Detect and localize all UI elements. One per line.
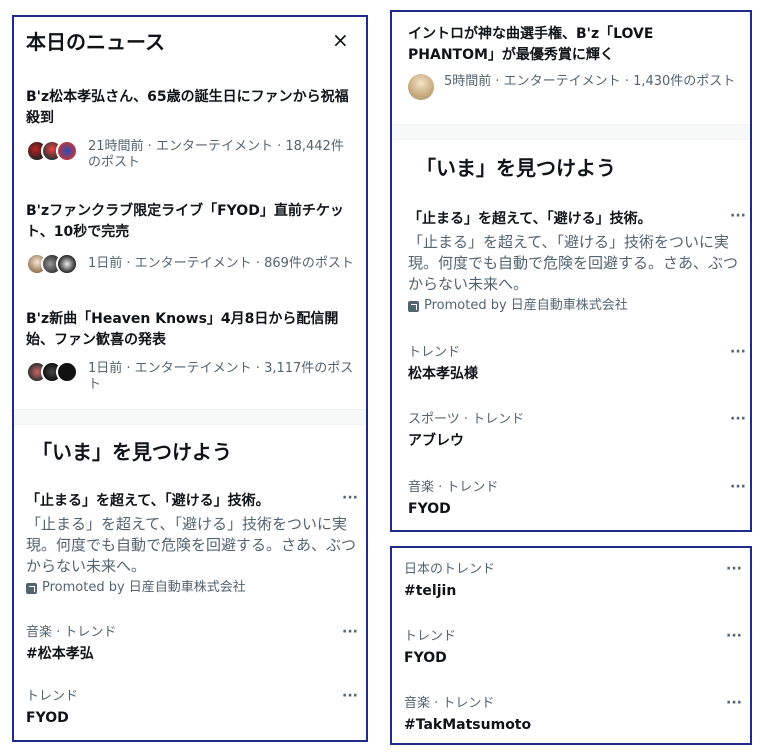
- trend-category: トレンド: [26, 689, 79, 704]
- promoted-icon: [26, 582, 37, 594]
- promoted-ad[interactable]: 「止まる」を超えて、「避ける」技術。 ··· 「止まる」を超えて、「避ける」技術…: [408, 209, 746, 314]
- explore-panel: イントロが神な曲選手権、B'z「LOVE PHANTOM」が最優秀賞に輝く 5時…: [390, 10, 752, 532]
- more-icon[interactable]: ···: [342, 689, 358, 705]
- trend-name: FYOD: [26, 710, 69, 726]
- trend-category: トレンド: [404, 629, 457, 644]
- news-item-meta: 5時間前 · エンターテイメント · 1,430件のポスト: [444, 74, 736, 89]
- trend-item[interactable]: トレンド ··· 松本孝弘様: [408, 345, 746, 383]
- more-icon[interactable]: ···: [342, 625, 358, 641]
- trend-category: スポーツ · トレンド: [408, 412, 525, 427]
- promoted-icon: [408, 300, 419, 312]
- trend-name: FYOD: [408, 501, 451, 517]
- more-icon[interactable]: ···: [726, 629, 742, 645]
- more-icon[interactable]: ···: [730, 412, 746, 428]
- trend-item[interactable]: 音楽 · トレンド ··· FYOD: [408, 480, 746, 518]
- news-item[interactable]: B'zファンクラブ限定ライブ「FYOD」直前チケット、10秒で完売 1日前 · …: [26, 201, 356, 275]
- avatar-group: [26, 361, 78, 383]
- avatar-group: [26, 253, 78, 275]
- more-icon[interactable]: ···: [730, 345, 746, 361]
- news-item[interactable]: イントロが神な曲選手権、B'z「LOVE PHANTOM」が最優秀賞に輝く 5時…: [408, 24, 738, 100]
- trend-item[interactable]: 音楽 · トレンド ··· #TakMatsumoto: [404, 696, 742, 734]
- trend-name: #TakMatsumoto: [404, 717, 532, 733]
- avatar: [408, 74, 434, 100]
- news-item-title: B'z新曲「Heaven Knows」4月8日から配信開始、ファン歓喜の発表: [26, 311, 339, 348]
- trend-category: 音楽 · トレンド: [404, 696, 495, 711]
- trend-name: #松本孝弘: [26, 646, 94, 662]
- ad-body: 「止まる」を超えて、「避ける」技術をついに実現。何度でも自動で危険を回避する。さ…: [26, 515, 357, 575]
- news-item-meta: 1日前 · エンターテイメント · 3,117件のポスト: [88, 361, 354, 392]
- ad-title: 「止まる」を超えて、「避ける」技術。: [26, 493, 270, 509]
- trend-item[interactable]: トレンド ··· FYOD: [26, 689, 358, 727]
- avatar: [56, 361, 78, 383]
- more-icon[interactable]: ···: [730, 480, 746, 496]
- section-divider: [14, 409, 366, 425]
- news-item-title: イントロが神な曲選手権、B'z「LOVE PHANTOM」が最優秀賞に輝く: [408, 26, 654, 63]
- trend-name: アブレウ: [408, 433, 464, 449]
- more-icon[interactable]: ···: [726, 562, 742, 578]
- ad-title: 「止まる」を超えて、「避ける」技術。: [408, 211, 652, 227]
- trend-category: 日本のトレンド: [404, 562, 496, 577]
- explore-title: 「いま」を見つけよう: [416, 156, 616, 180]
- trend-category: 音楽 · トレンド: [26, 625, 117, 640]
- today-news-title: 本日のニュース: [26, 30, 165, 54]
- more-icon[interactable]: ···: [726, 696, 742, 712]
- ad-body: 「止まる」を超えて、「避ける」技術をついに実現。何度でも自動で危険を回避する。さ…: [408, 233, 739, 293]
- promoted-label: Promoted by 日産自動車株式会社: [42, 580, 246, 595]
- close-icon[interactable]: ×: [332, 30, 349, 50]
- avatar-group: [26, 140, 78, 162]
- more-icon[interactable]: ···: [730, 209, 746, 229]
- trends-panel: 日本のトレンド ··· #teljin トレンド ··· FYOD 音楽 · ト…: [390, 546, 752, 745]
- trend-name: 松本孝弘様: [408, 366, 478, 382]
- trend-category: トレンド: [408, 345, 461, 360]
- news-item-meta: 21時間前 · エンターテイメント · 18,442件のポスト: [88, 139, 344, 170]
- trend-item[interactable]: スポーツ · トレンド ··· アブレウ: [408, 412, 746, 450]
- promoted-by: Promoted by 日産自動車株式会社: [408, 298, 746, 314]
- avatar: [56, 253, 78, 275]
- trend-name: FYOD: [404, 650, 447, 666]
- promoted-label: Promoted by 日産自動車株式会社: [424, 298, 628, 313]
- trend-category: 音楽 · トレンド: [408, 480, 499, 495]
- news-item-title: B'z松本孝弘さん、65歳の誕生日にファンから祝福殺到: [26, 89, 349, 126]
- avatar: [56, 140, 78, 162]
- explore-title: 「いま」を見つけよう: [32, 440, 232, 464]
- today-news-panel: 本日のニュース × B'z松本孝弘さん、65歳の誕生日にファンから祝福殺到 21…: [12, 15, 368, 742]
- trend-item[interactable]: 日本のトレンド ··· #teljin: [404, 562, 742, 600]
- section-divider: [392, 124, 750, 140]
- trend-item[interactable]: 音楽 · トレンド ··· #松本孝弘: [26, 625, 358, 663]
- promoted-by: Promoted by 日産自動車株式会社: [26, 580, 358, 596]
- news-item-meta: 1日前 · エンターテイメント · 869件のポスト: [88, 256, 354, 271]
- trend-item[interactable]: トレンド ··· FYOD: [404, 629, 742, 667]
- promoted-ad[interactable]: 「止まる」を超えて、「避ける」技術。 ··· 「止まる」を超えて、「避ける」技術…: [26, 491, 358, 596]
- news-item[interactable]: B'z新曲「Heaven Knows」4月8日から配信開始、ファン歓喜の発表 1…: [26, 309, 356, 393]
- news-item-title: B'zファンクラブ限定ライブ「FYOD」直前チケット、10秒で完売: [26, 203, 344, 240]
- more-icon[interactable]: ···: [342, 491, 358, 511]
- news-item[interactable]: B'z松本孝弘さん、65歳の誕生日にファンから祝福殺到 21時間前 · エンター…: [26, 87, 356, 171]
- trend-name: #teljin: [404, 583, 457, 599]
